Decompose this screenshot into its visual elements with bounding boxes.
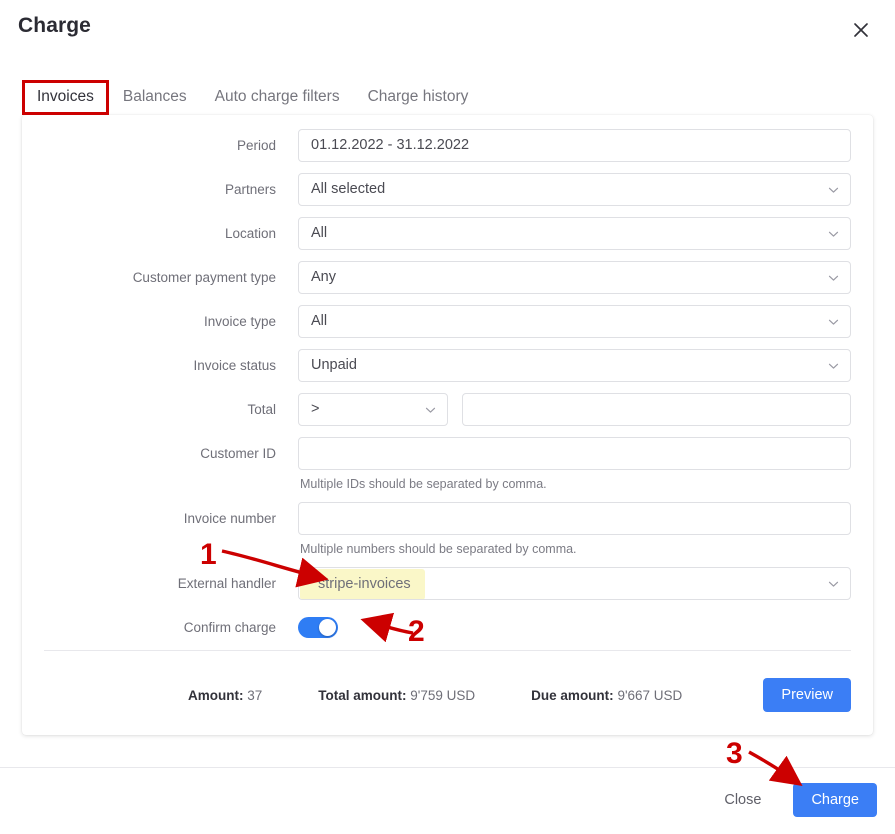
tab-charge-history[interactable]: Charge history	[354, 82, 483, 115]
total-amount-summary: Total amount: 9'759 USD	[318, 688, 475, 703]
footer-divider	[0, 767, 895, 768]
toggle-knob	[319, 619, 336, 636]
field-external-handler: External handler stripe-invoices	[22, 567, 873, 601]
confirm-charge-toggle[interactable]	[298, 617, 338, 638]
invoice-type-label: Invoice type	[203, 314, 276, 329]
tab-balances-label: Balances	[122, 88, 187, 105]
field-partners: Partners All selected	[22, 173, 873, 207]
close-button[interactable]: Close	[706, 783, 779, 817]
customer-id-label: Customer ID	[200, 446, 276, 461]
total-amount-value: 9'759 USD	[410, 687, 476, 703]
field-period: Period 01.12.2022 - 31.12.2022	[22, 129, 873, 163]
tab-auto-charge-filters-label: Auto charge filters	[214, 88, 340, 105]
partners-value: All selected	[311, 181, 386, 197]
chevron-down-icon	[827, 271, 840, 284]
field-confirm-charge: Confirm charge	[22, 611, 873, 645]
invoice-number-label: Invoice number	[183, 511, 276, 526]
field-invoice-type: Invoice type All	[22, 305, 873, 339]
total-label: Total	[247, 402, 276, 417]
total-amount-label: Total amount:	[318, 687, 407, 703]
charge-filter-form: Period 01.12.2022 - 31.12.2022 Partners …	[22, 115, 873, 645]
period-input[interactable]: 01.12.2022 - 31.12.2022	[298, 129, 851, 162]
summary-divider	[44, 650, 851, 651]
tab-invoices[interactable]: Invoices	[22, 80, 109, 115]
period-label: Period	[236, 138, 276, 153]
customer-payment-type-value: Any	[311, 269, 336, 285]
total-operator-value: >	[311, 401, 320, 417]
field-location: Location All	[22, 217, 873, 251]
tab-balances[interactable]: Balances	[109, 82, 201, 115]
field-invoice-status: Invoice status Unpaid	[22, 349, 873, 383]
due-amount-summary: Due amount: 9'667 USD	[531, 688, 682, 703]
partners-label: Partners	[224, 182, 276, 197]
field-invoice-number: Invoice number Multiple numbers should b…	[22, 502, 873, 557]
customer-payment-type-label: Customer payment type	[132, 270, 276, 285]
invoice-status-label: Invoice status	[193, 358, 276, 373]
invoice-number-input[interactable]	[298, 502, 851, 535]
preview-button[interactable]: Preview	[763, 678, 851, 712]
location-select[interactable]: All	[298, 217, 851, 250]
summary-bar: Amount: 37 Total amount: 9'759 USD Due a…	[22, 660, 873, 730]
external-handler-value: stripe-invoices	[300, 569, 425, 599]
customer-payment-type-select[interactable]: Any	[298, 261, 851, 294]
chevron-down-icon	[827, 227, 840, 240]
charge-button[interactable]: Charge	[793, 783, 877, 817]
external-handler-select[interactable]: stripe-invoices	[298, 567, 851, 600]
customer-id-input[interactable]	[298, 437, 851, 470]
total-operator-select[interactable]: >	[298, 393, 448, 426]
total-value-input[interactable]	[462, 393, 851, 426]
invoice-type-select[interactable]: All	[298, 305, 851, 338]
invoice-status-select[interactable]: Unpaid	[298, 349, 851, 382]
charge-dialog: Charge Invoices Balances Auto charge fil…	[0, 0, 895, 834]
invoice-status-value: Unpaid	[311, 357, 357, 373]
chevron-down-icon	[827, 183, 840, 196]
chevron-down-icon	[424, 403, 437, 416]
page-title: Charge	[18, 14, 91, 37]
external-handler-label: External handler	[177, 576, 276, 591]
location-value: All	[311, 225, 328, 241]
amount-summary: Amount: 37	[188, 688, 262, 703]
chevron-down-icon	[827, 577, 840, 590]
chevron-down-icon	[827, 315, 840, 328]
customer-id-hint: Multiple IDs should be separated by comm…	[300, 477, 547, 491]
invoice-type-value: All	[311, 313, 328, 329]
tab-invoices-label: Invoices	[37, 88, 94, 105]
annotation-number-2: 2	[408, 615, 425, 648]
annotation-number-3: 3	[726, 737, 743, 770]
due-amount-value: 9'667 USD	[617, 687, 683, 703]
field-customer-payment-type: Customer payment type Any	[22, 261, 873, 295]
field-total: Total >	[22, 393, 873, 427]
invoice-number-hint: Multiple numbers should be separated by …	[300, 542, 577, 556]
tab-bar: Invoices Balances Auto charge filters Ch…	[22, 80, 482, 115]
invoices-panel: Period 01.12.2022 - 31.12.2022 Partners …	[22, 115, 873, 735]
partners-select[interactable]: All selected	[298, 173, 851, 206]
annotation-number-1: 1	[200, 538, 217, 571]
confirm-charge-label: Confirm charge	[183, 620, 276, 635]
location-label: Location	[224, 226, 276, 241]
close-icon[interactable]	[843, 12, 879, 48]
tab-auto-charge-filters[interactable]: Auto charge filters	[201, 82, 354, 115]
dialog-footer: Close Charge	[706, 783, 877, 817]
chevron-down-icon	[827, 359, 840, 372]
amount-label: Amount:	[188, 687, 244, 703]
tab-charge-history-label: Charge history	[367, 88, 469, 105]
due-amount-label: Due amount:	[531, 687, 614, 703]
field-customer-id: Customer ID Multiple IDs should be separ…	[22, 437, 873, 492]
amount-value: 37	[247, 687, 263, 703]
